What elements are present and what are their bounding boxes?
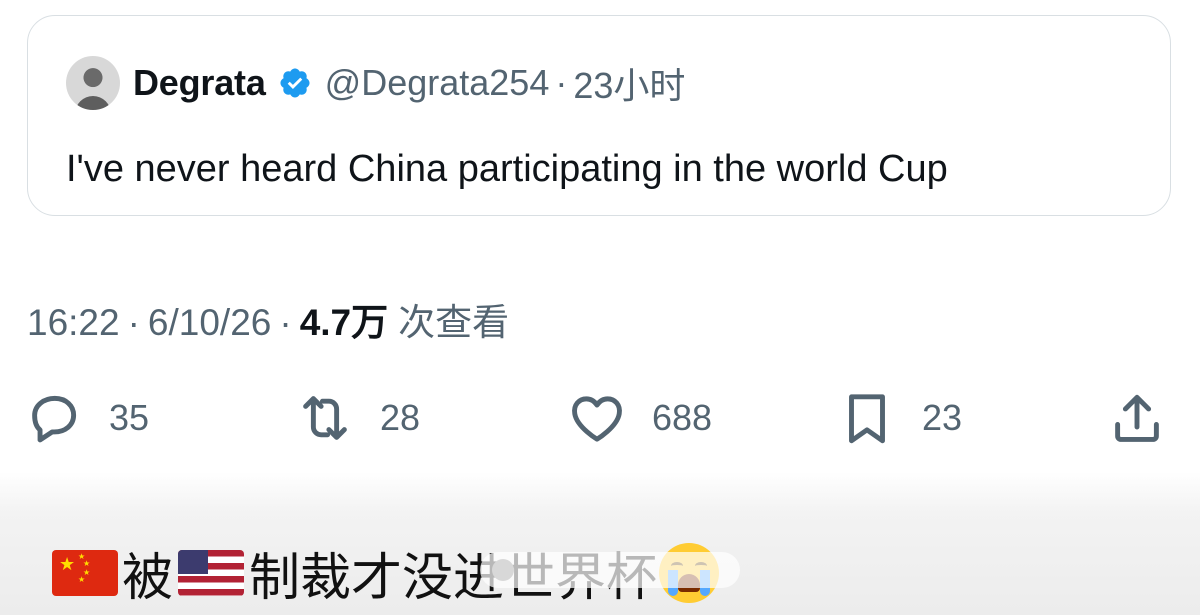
- views-label: 次查看: [398, 302, 510, 343]
- retweet-count: 28: [380, 397, 421, 438]
- meta-separator: ·: [127, 302, 140, 343]
- avatar-body-shape: [75, 96, 111, 110]
- watermark-overlay: [480, 552, 740, 588]
- reply-icon: [32, 395, 77, 443]
- verified-badge-icon: [280, 68, 310, 98]
- retweet-button[interactable]: 28: [294, 388, 420, 448]
- like-count: 688: [652, 397, 713, 438]
- quoted-tweet-time[interactable]: 23小时: [573, 57, 685, 109]
- caption-prefix: 被: [122, 549, 174, 606]
- tweet-screenshot: Degrata @Degrata254 · 23小时 I've never he…: [0, 0, 1200, 615]
- us-flag-icon: [178, 550, 245, 596]
- tweet-meta: 16:22 · 6/10/26 · 4.7万 次查看: [27, 292, 509, 346]
- us-flag-canton: [178, 550, 209, 574]
- watermark-logo: [492, 559, 514, 581]
- author-handle[interactable]: @Degrata254: [325, 62, 550, 104]
- reply-count: 35: [109, 397, 150, 438]
- header-separator: ·: [555, 62, 568, 103]
- quoted-tweet-header: Degrata @Degrata254 · 23小时: [66, 56, 685, 110]
- tweet-actions-bar: 35 28 688 23: [0, 388, 1200, 448]
- like-button[interactable]: 688: [566, 388, 712, 448]
- china-flag-icon: ★ ★ ★ ★ ★: [52, 550, 118, 596]
- quoted-tweet-text: I've never heard China participating in …: [66, 148, 948, 190]
- share-button[interactable]: [1106, 388, 1168, 448]
- tweet-time[interactable]: 16:22: [27, 302, 120, 344]
- author-avatar[interactable]: [66, 56, 120, 110]
- bookmark-button[interactable]: 23: [836, 388, 962, 448]
- author-name[interactable]: Degrata: [133, 62, 266, 104]
- bookmark-count: 23: [922, 397, 963, 438]
- reply-button[interactable]: 35: [23, 388, 149, 448]
- retweet-icon: [303, 396, 347, 440]
- share-icon: [1115, 394, 1159, 442]
- caption-area: ★ ★ ★ ★ ★ 被 制裁才没进世界杯: [0, 472, 1200, 615]
- views-count: 4.7万: [299, 302, 389, 343]
- tweet-date[interactable]: 6/10/26: [148, 302, 271, 344]
- bookmark-icon: [849, 394, 885, 444]
- meta-separator: ·: [279, 302, 292, 343]
- quoted-tweet-card[interactable]: Degrata @Degrata254 · 23小时 I've never he…: [27, 15, 1171, 216]
- heart-icon: [572, 396, 622, 442]
